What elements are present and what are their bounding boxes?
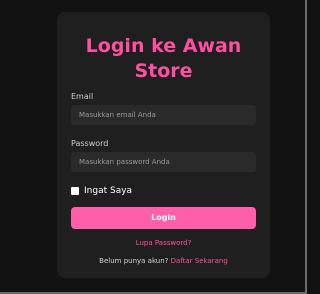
password-field[interactable]: Masukkan password Anda xyxy=(71,152,256,172)
password-placeholder: Masukkan password Anda xyxy=(79,158,170,166)
email-placeholder: Masukkan email Anda xyxy=(79,111,156,119)
title-line-1: Login ke Awan xyxy=(85,35,242,57)
page-title: Login ke Awan Store xyxy=(57,34,270,84)
password-label: Password xyxy=(71,139,109,148)
remember-me[interactable]: Ingat Saya xyxy=(71,185,132,197)
register-link[interactable]: Daftar Sekarang xyxy=(171,257,228,265)
remember-label: Ingat Saya xyxy=(84,186,133,196)
remember-checkbox[interactable] xyxy=(71,187,79,195)
forgot-password-link[interactable]: Lupa Password? xyxy=(57,239,270,247)
register-line: Belum punya akun? Daftar Sekarang xyxy=(57,257,270,265)
title-line-2: Store xyxy=(134,60,193,82)
login-card: Login ke Awan Store Email Masukkan email… xyxy=(57,12,270,278)
page-edge-right xyxy=(305,0,307,294)
register-prompt: Belum punya akun? xyxy=(99,257,169,265)
login-button[interactable]: Login xyxy=(71,207,256,229)
email-field[interactable]: Masukkan email Anda xyxy=(71,105,256,125)
email-label: Email xyxy=(71,92,94,101)
